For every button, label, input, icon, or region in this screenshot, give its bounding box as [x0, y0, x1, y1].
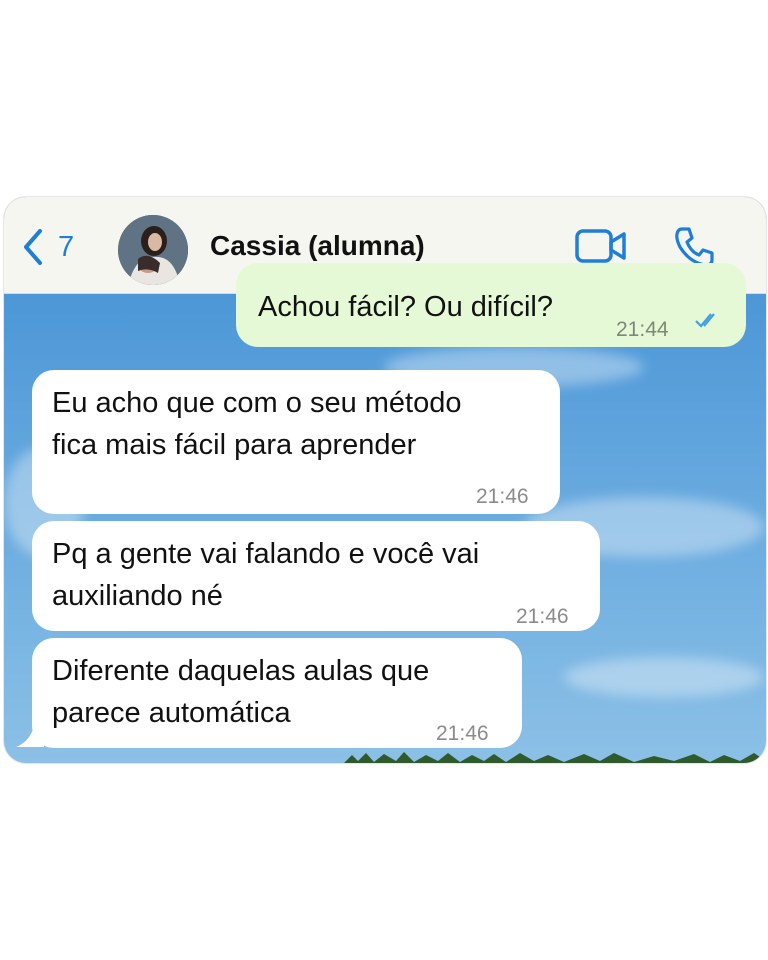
message-text: Achou fácil? Ou difícil?: [258, 291, 553, 323]
unread-count: 7: [58, 230, 75, 263]
message-line: Pq a gente vai falando e você vai: [52, 538, 480, 570]
message-time: 21:46: [476, 485, 529, 508]
chat-window: 7 Cassia (alumna) Achou fácil? Ou difíci…: [4, 197, 766, 763]
avatar[interactable]: [118, 215, 188, 285]
message-time: 21:46: [436, 722, 489, 745]
message-line: parece automática: [52, 697, 291, 729]
message-text: Eu acho que com o seu método fica mais f…: [52, 382, 461, 466]
message-line: fica mais fácil para aprender: [52, 429, 417, 461]
message-line: Diferente daquelas aulas que: [52, 655, 430, 687]
back-button[interactable]: 7: [20, 227, 74, 267]
palm-trees-decoration: [344, 752, 766, 763]
message-time: 21:46: [516, 605, 569, 628]
double-check-icon: [695, 313, 715, 328]
video-camera-icon: [575, 229, 626, 263]
message-time: 21:44: [616, 318, 669, 341]
chevron-left-icon: [24, 229, 42, 265]
message-text: Diferente daquelas aulas que parece auto…: [52, 650, 429, 734]
message-bubble-outgoing[interactable]: Achou fácil? Ou difícil? 21:44: [236, 263, 746, 347]
message-bubble-incoming[interactable]: Diferente daquelas aulas que parece auto…: [32, 638, 522, 748]
message-bubble-incoming[interactable]: Pq a gente vai falando e você vai auxili…: [32, 521, 600, 631]
message-text: Pq a gente vai falando e você vai auxili…: [52, 533, 479, 617]
message-bubble-incoming[interactable]: Eu acho que com o seu método fica mais f…: [32, 370, 560, 514]
contact-name[interactable]: Cassia (alumna): [210, 230, 425, 262]
message-line: Eu acho que com o seu método: [52, 387, 462, 419]
message-line: auxiliando né: [52, 580, 223, 612]
